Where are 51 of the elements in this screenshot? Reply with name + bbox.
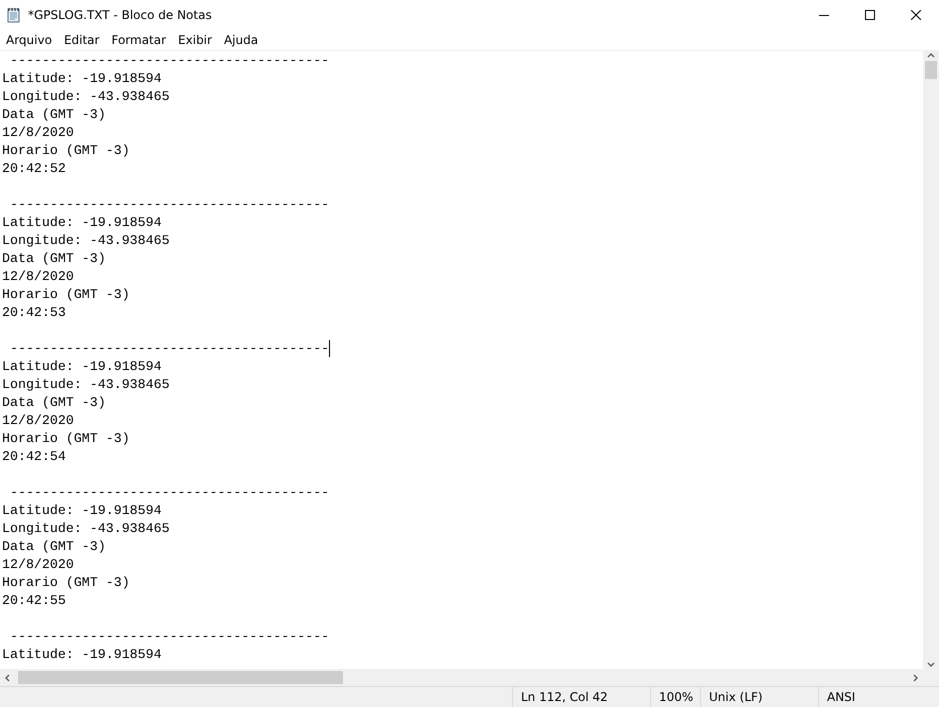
text-line: 20:42:53 [2,305,66,320]
scrollbar-thumb[interactable] [925,61,937,79]
text-line: 12/8/2020 [2,125,74,140]
text-line: 12/8/2020 [2,413,74,428]
text-line: 20:42:54 [2,449,66,464]
text-line: 12/8/2020 [2,269,74,284]
text-line: Horario (GMT -3) [2,287,130,302]
menu-item[interactable]: Formatar [105,30,172,50]
text-line: Longitude: -43.938465 [2,377,170,392]
cursor-position: Ln 112, Col 42 [512,687,650,707]
menu-item[interactable]: Editar [58,30,106,50]
notepad-icon [6,7,22,23]
text-line: Latitude: -19.918594 [2,215,162,230]
text-line: Longitude: -43.938465 [2,521,170,536]
close-icon [911,10,921,20]
text-line: Latitude: -19.918594 [2,647,162,662]
text-line: Latitude: -19.918594 [2,71,162,86]
text-line: 12/8/2020 [2,557,74,572]
maximize-icon [865,10,875,20]
scroll-right-icon[interactable] [911,674,919,682]
text-line: 20:42:52 [2,161,66,176]
window-title: *GPSLOG.TXT - Bloco de Notas [28,8,213,22]
line-ending: Unix (LF) [700,687,818,707]
separator-line: ---------------------------------------- [8,53,330,68]
menu-item[interactable]: Exibir [172,30,218,50]
text-line: Latitude: -19.918594 [2,503,162,518]
text-line: Horario (GMT -3) [2,143,130,158]
menu-item[interactable]: Ajuda [218,30,264,50]
text-line: Longitude: -43.938465 [2,233,170,248]
separator-line: ---------------------------------------- [8,485,330,500]
encoding: ANSI [818,687,939,707]
scroll-left-icon[interactable] [4,674,12,682]
text-line: Data (GMT -3) [2,107,106,122]
text-line: Data (GMT -3) [2,395,106,410]
scroll-up-icon[interactable] [927,51,935,59]
text-line: Latitude: -19.918594 [2,359,162,374]
zoom-level: 100% [650,687,700,707]
text-line: 20:42:55 [2,593,66,608]
text-line: Longitude: -43.938465 [2,89,170,104]
separator-line: ---------------------------------------- [8,197,330,212]
scrollbar-thumb[interactable] [18,671,343,684]
text-line: Horario (GMT -3) [2,431,130,446]
scroll-down-icon[interactable] [927,661,935,669]
text-line: Horario (GMT -3) [2,575,130,590]
horizontal-scrollbar[interactable] [0,669,923,686]
separator-line: ---------------------------------------- [8,629,330,644]
text-line: Data (GMT -3) [2,251,106,266]
separator-line: ---------------------------------------- [8,341,330,356]
text-line: Data (GMT -3) [2,539,106,554]
menu-item[interactable]: Arquivo [0,30,58,50]
vertical-scrollbar[interactable] [923,51,939,669]
